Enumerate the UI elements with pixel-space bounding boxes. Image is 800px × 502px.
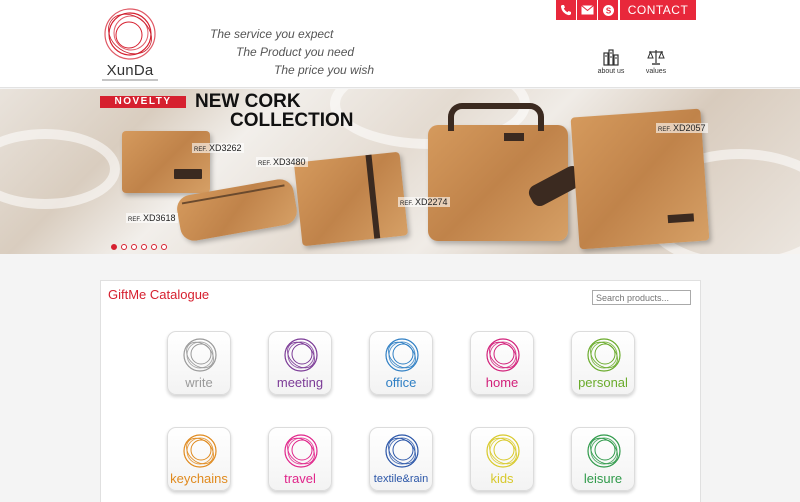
category-label: home — [485, 375, 519, 390]
svg-text:S: S — [605, 6, 611, 15]
novelty-badge: NOVELTY — [100, 96, 186, 108]
category-tile[interactable]: travel — [268, 427, 332, 491]
ref-label-xd2057: REF. XD2057 — [656, 123, 708, 133]
category-label: meeting — [276, 375, 324, 390]
circle-emblem-icon — [183, 338, 217, 372]
circle-emblem-icon — [587, 434, 621, 468]
circle-emblem-icon — [587, 338, 621, 372]
buildings-icon — [603, 49, 619, 66]
ref-prefix: REF. — [258, 161, 272, 167]
slider-dots — [111, 244, 171, 250]
promo-banner[interactable]: NOVELTY NEW CORK COLLECTION REF. XD3262 R… — [0, 89, 800, 254]
ref-prefix: REF. — [400, 201, 414, 207]
ref-code: XD3480 — [273, 157, 306, 167]
values-label: values — [645, 68, 667, 75]
logo[interactable]: XunDa — [100, 6, 160, 82]
skype-icon[interactable]: S — [598, 0, 618, 20]
contact-button[interactable]: CONTACT — [620, 0, 696, 20]
ref-prefix: REF. — [658, 127, 672, 133]
ref-label-xd3262: REF. XD3262 — [192, 143, 244, 153]
mail-icon[interactable] — [577, 0, 597, 20]
slider-dot[interactable] — [141, 244, 147, 250]
circle-emblem-icon — [183, 434, 217, 468]
ref-code: XD2057 — [673, 123, 706, 133]
category-tile[interactable]: keychains — [167, 427, 231, 491]
circle-emblem-icon — [284, 338, 318, 372]
tagline-3: The price you wish — [274, 63, 375, 77]
slider-dot[interactable] — [111, 244, 117, 250]
circle-emblem-icon — [385, 338, 419, 372]
rope-decoration — [0, 129, 120, 209]
category-tile[interactable]: home — [470, 331, 534, 395]
tagline-1: The service you expect — [210, 27, 334, 41]
circle-emblem-icon — [385, 434, 419, 468]
logo-text: XunDa — [106, 62, 154, 79]
category-label: textile&rain — [373, 473, 429, 485]
tagline-2: The Product you need — [236, 45, 355, 59]
category-tile[interactable]: textile&rain — [369, 427, 433, 491]
category-label: kids — [490, 471, 514, 486]
site-header: XunDa The service you expect The Product… — [0, 0, 800, 88]
category-label: office — [385, 375, 417, 390]
contact-bar: S CONTACT — [556, 0, 696, 20]
about-us-label: about us — [597, 68, 625, 75]
category-label: write — [185, 375, 213, 390]
category-label: travel — [284, 471, 316, 486]
banner-headline-2: COLLECTION — [230, 110, 354, 131]
logo-underline — [102, 79, 158, 81]
product-wallet[interactable] — [122, 131, 210, 193]
product-laptop-bag[interactable] — [428, 103, 586, 241]
ref-prefix: REF. — [128, 217, 142, 223]
category-label: personal — [578, 375, 628, 390]
ref-label-xd2274: REF. XD2274 — [398, 197, 450, 207]
category-tile[interactable]: leisure — [571, 427, 635, 491]
category-tile[interactable]: write — [167, 331, 231, 395]
slider-dot[interactable] — [151, 244, 157, 250]
category-label: leisure — [583, 471, 623, 486]
category-tile[interactable]: kids — [470, 427, 534, 491]
phone-icon[interactable] — [556, 0, 576, 20]
product-notebook[interactable] — [293, 151, 409, 247]
ref-prefix: REF. — [194, 147, 208, 153]
slider-dot[interactable] — [161, 244, 167, 250]
circle-emblem-icon — [486, 338, 520, 372]
slider-dot[interactable] — [131, 244, 137, 250]
category-tile[interactable]: meeting — [268, 331, 332, 395]
about-us-link[interactable]: about us — [593, 48, 629, 75]
catalogue-panel: GiftMe Catalogue write meeting office home p… — [100, 280, 701, 502]
values-link[interactable]: values — [638, 48, 674, 75]
category-tile[interactable]: office — [369, 331, 433, 395]
ref-label-xd3480: REF. XD3480 — [256, 157, 308, 167]
search-input[interactable] — [592, 290, 691, 305]
logo-mark-icon — [104, 8, 156, 60]
category-tile[interactable]: personal — [571, 331, 635, 395]
category-label: keychains — [170, 471, 228, 486]
circle-emblem-icon — [486, 434, 520, 468]
ref-code: XD3262 — [209, 143, 242, 153]
slider-dot[interactable] — [121, 244, 127, 250]
circle-emblem-icon — [284, 434, 318, 468]
ref-label-xd3618: REF. XD3618 — [126, 213, 178, 223]
ref-code: XD3618 — [143, 213, 176, 223]
scales-icon — [647, 50, 665, 65]
ref-code: XD2274 — [415, 197, 448, 207]
catalogue-title: GiftMe Catalogue — [108, 287, 210, 302]
